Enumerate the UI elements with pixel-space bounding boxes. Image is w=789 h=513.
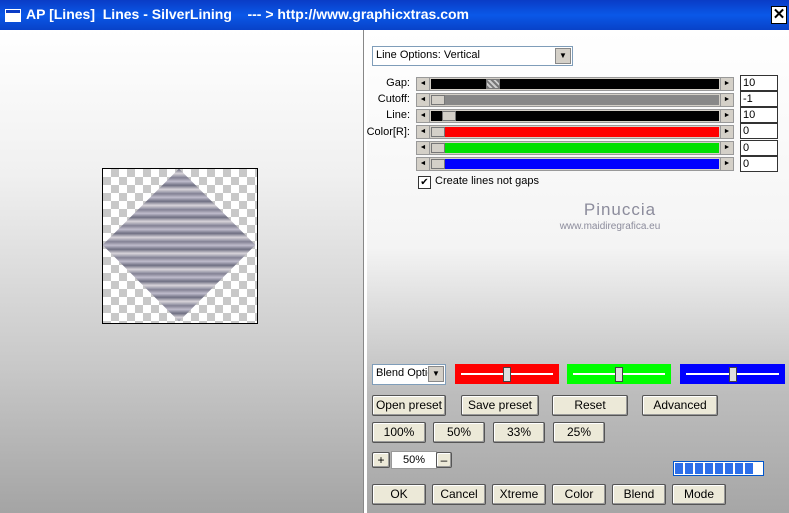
chevron-down-icon[interactable]: ▼ [555, 48, 571, 64]
right-arrow-icon[interactable]: ► [720, 142, 733, 154]
zoom-100-button[interactable]: 100% [372, 422, 426, 443]
slider-thumb[interactable] [431, 127, 445, 137]
mode-button[interactable]: Mode [672, 484, 726, 505]
left-arrow-icon[interactable]: ◄ [417, 110, 430, 122]
preview-diamond [103, 169, 256, 322]
red-value-input[interactable]: 0 [740, 123, 778, 139]
gap-slider[interactable]: ◄ ► [416, 77, 734, 91]
zoom-in-button[interactable]: + [372, 452, 390, 468]
zoom-33-button[interactable]: 33% [493, 422, 545, 443]
right-arrow-icon[interactable]: ► [720, 78, 733, 90]
slider-track[interactable] [431, 159, 719, 169]
blue-blend-slider[interactable] [680, 364, 785, 384]
left-arrow-icon[interactable]: ◄ [417, 158, 430, 170]
gap-value-input[interactable]: 10 [740, 75, 778, 91]
advanced-button[interactable]: Advanced [642, 395, 718, 416]
zoom-value[interactable]: 50% [391, 451, 437, 469]
xtreme-button[interactable]: Xtreme [492, 484, 546, 505]
line-options-value: Line Options: Vertical [376, 49, 480, 61]
window-title: AP [Lines] Lines - SilverLining --- > ht… [26, 6, 470, 22]
slider-track[interactable] [431, 79, 719, 89]
title-bar: AP [Lines] Lines - SilverLining --- > ht… [0, 0, 789, 30]
cancel-button[interactable]: Cancel [432, 484, 486, 505]
slider-thumb[interactable] [431, 95, 445, 105]
open-preset-button[interactable]: Open preset [372, 395, 446, 416]
close-button[interactable]: ✕ [771, 6, 787, 24]
cutoff-value-input[interactable]: -1 [740, 91, 778, 107]
zoom-25-button[interactable]: 25% [553, 422, 605, 443]
slider-thumb[interactable] [486, 79, 500, 89]
ok-button[interactable]: OK [372, 484, 426, 505]
blue-slider[interactable]: ◄ ► [416, 157, 734, 171]
slider-thumb[interactable] [442, 111, 456, 121]
cutoff-slider[interactable]: ◄ ► [416, 93, 734, 107]
left-arrow-icon[interactable]: ◄ [417, 78, 430, 90]
line-options-dropdown[interactable]: Line Options: Vertical ▼ [372, 46, 573, 66]
slider-thumb[interactable] [431, 159, 445, 169]
slider-track[interactable] [431, 143, 719, 153]
line-value-input[interactable]: 10 [740, 107, 778, 123]
progress-fill [675, 463, 753, 474]
watermark-site: www.maidiregrafica.eu [559, 221, 661, 232]
zoom-50-button[interactable]: 50% [433, 422, 485, 443]
slider-track[interactable] [431, 111, 719, 121]
green-value-input[interactable]: 0 [740, 140, 778, 156]
red-slider[interactable]: ◄ ► [416, 125, 734, 139]
blend-options-value: Blend Optio [376, 367, 430, 379]
zoom-out-button[interactable]: – [436, 452, 452, 468]
left-arrow-icon[interactable]: ◄ [417, 94, 430, 106]
line-slider[interactable]: ◄ ► [416, 109, 734, 123]
blend-button[interactable]: Blend [612, 484, 666, 505]
slider-thumb[interactable] [503, 367, 511, 382]
color-button[interactable]: Color [552, 484, 606, 505]
create-lines-checkbox[interactable]: ✔ [418, 176, 431, 189]
blend-options-dropdown[interactable]: Blend Optio ▼ [372, 364, 446, 385]
progress-bar [673, 461, 764, 476]
red-blend-slider[interactable] [455, 364, 559, 384]
chevron-down-icon[interactable]: ▼ [428, 366, 444, 382]
green-blend-slider[interactable] [567, 364, 671, 384]
save-preset-button[interactable]: Save preset [461, 395, 539, 416]
slider-thumb[interactable] [729, 367, 737, 382]
slider-track[interactable] [431, 95, 719, 105]
gap-label: Gap: [386, 77, 410, 89]
right-arrow-icon[interactable]: ► [720, 126, 733, 138]
right-arrow-icon[interactable]: ► [720, 94, 733, 106]
slider-thumb[interactable] [615, 367, 623, 382]
watermark-name: Pinuccia [583, 200, 657, 219]
green-slider[interactable]: ◄ ► [416, 141, 734, 155]
slider-track[interactable] [431, 127, 719, 137]
cutoff-label: Cutoff: [377, 93, 410, 105]
right-arrow-icon[interactable]: ► [720, 110, 733, 122]
color-r-label: Color[R]: [366, 126, 410, 138]
preview-image[interactable] [102, 168, 258, 324]
slider-thumb[interactable] [431, 143, 445, 153]
create-lines-label[interactable]: Create lines not gaps [435, 175, 539, 187]
left-arrow-icon[interactable]: ◄ [417, 126, 430, 138]
reset-button[interactable]: Reset [552, 395, 628, 416]
blue-value-input[interactable]: 0 [740, 156, 778, 172]
line-label: Line: [386, 109, 410, 121]
right-arrow-icon[interactable]: ► [720, 158, 733, 170]
left-arrow-icon[interactable]: ◄ [417, 142, 430, 154]
window-icon [5, 9, 21, 22]
